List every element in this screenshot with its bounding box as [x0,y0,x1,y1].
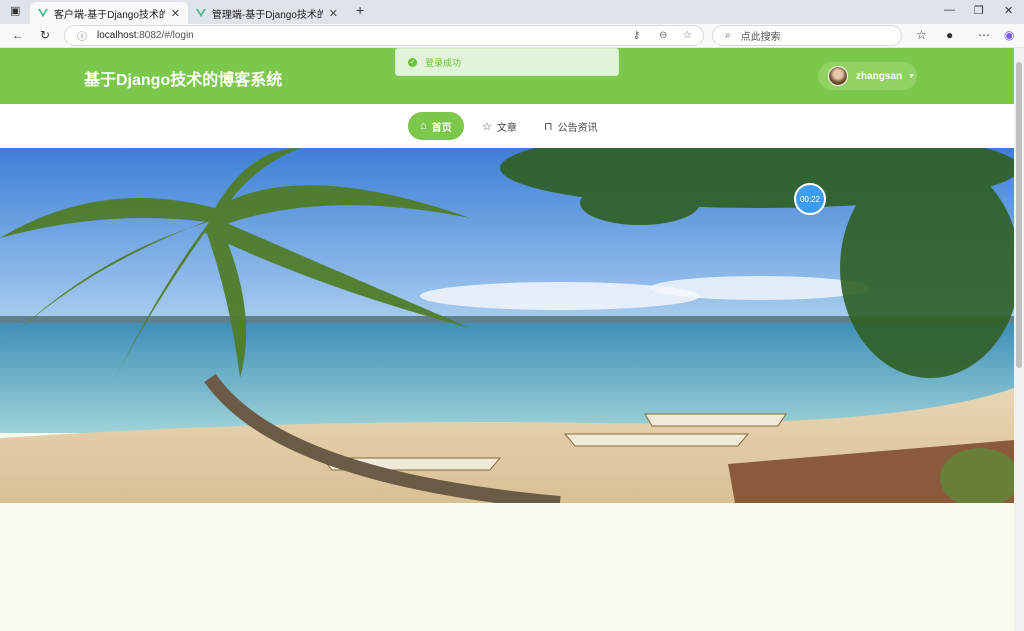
avatar [828,66,848,86]
address-bar[interactable]: ⓘ localhost :8082/#/login ⚷ ⊖ ☆ [64,25,704,46]
nav-label: 文章 [496,122,517,134]
restore-icon[interactable]: ❐ [974,4,984,17]
check-circle-icon: ✓ [408,57,417,67]
nav-item-articles[interactable]: ☆ 文章 [470,112,529,140]
main-nav: ⌂ 首页 ☆ 文章 ⊓ 公告资讯 [0,104,1014,148]
address-path: :8082/#/login [136,30,194,41]
user-menu[interactable]: zhangsan ▼ [818,62,917,90]
close-window-icon[interactable]: ✕ [1004,4,1013,17]
star-icon: ☆ [482,120,492,133]
search-icon: ⌕ [725,30,731,41]
vue-logo-icon [196,9,206,17]
home-icon: ⌂ [420,120,427,132]
new-tab-icon[interactable]: + [356,2,364,18]
browser-toolbar: ← ↻ ⓘ localhost :8082/#/login ⚷ ⊖ ☆ ⌕ 点此… [0,24,1024,48]
tab-actions-icon[interactable]: ▣ [10,4,20,17]
toast-message: 登录成功 [425,57,462,68]
favorite-star-icon[interactable]: ☆ [683,30,692,41]
more-icon[interactable]: ⋯ [978,28,990,42]
address-host: localhost [97,30,137,41]
nav-item-home[interactable]: ⌂ 首页 [408,112,464,140]
close-icon[interactable]: ✕ [171,7,180,20]
key-icon[interactable]: ⚷ [633,30,640,41]
close-icon[interactable]: ✕ [329,7,338,20]
search-placeholder: 点此搜索 [740,32,781,43]
timer-badge: 00:22 [794,183,826,215]
reload-icon[interactable]: ↻ [40,28,50,42]
minimize-icon[interactable]: — [944,4,955,16]
browser-tab-client[interactable]: 客户端-基于Django技术的博客系统 ✕ [30,2,188,24]
caret-down-icon: ▼ [908,72,916,80]
page-scrollbar[interactable] [1014,48,1024,631]
info-icon[interactable]: ⓘ [77,28,87,43]
profile-icon[interactable]: ● [946,28,953,42]
browser-tab-bar: ▣ 客户端-基于Django技术的博客系统 ✕ 管理端-基于Django技术的博… [0,0,1024,24]
vue-logo-icon [38,9,48,17]
nav-label: 公告资讯 [557,122,598,134]
username: zhangsan [856,70,903,82]
nav-item-announcements[interactable]: ⊓ 公告资讯 [532,112,610,140]
banner-carousel[interactable] [0,148,1014,503]
back-icon[interactable]: ← [12,28,24,42]
browser-search-box[interactable]: ⌕ 点此搜索 [712,25,902,46]
site-title: 基于Django技术的博客系统 [84,72,283,89]
scrollbar-thumb[interactable] [1016,62,1022,368]
tab-title: 管理端-基于Django技术的博客系统 [211,9,323,21]
favorites-icon[interactable]: ☆ [916,28,927,42]
tab-title: 客户端-基于Django技术的博客系统 [53,9,165,21]
zoom-icon[interactable]: ⊖ [659,30,667,41]
success-toast: ✓ 登录成功 [395,48,619,76]
browser-tab-admin[interactable]: 管理端-基于Django技术的博客系统 ✕ [188,2,346,24]
beach-banner-image [0,148,1014,503]
copilot-icon[interactable]: ◉ [1004,28,1014,42]
nav-label: 首页 [431,122,452,134]
bag-icon: ⊓ [544,120,553,133]
